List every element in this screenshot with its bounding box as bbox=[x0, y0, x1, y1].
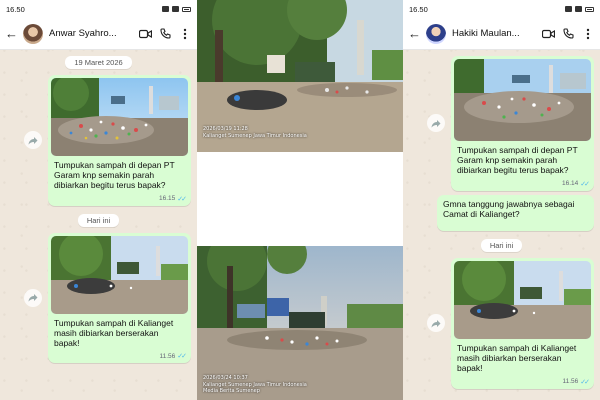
message-meta: 16.14 ✓✓ bbox=[561, 180, 590, 188]
status-icons bbox=[162, 6, 191, 12]
date-chip: Hari ini bbox=[480, 238, 523, 252]
screenshot-collage: 16.50 ← Anwar Syahro... 19 Maret 2026 Tu… bbox=[0, 0, 600, 400]
right-chat-screen: 16.50 ← Hakiki Maulan... Tumpukan sampah… bbox=[403, 0, 600, 400]
chat-header: ← Hakiki Maulan... bbox=[403, 18, 600, 50]
video-call-icon[interactable] bbox=[541, 27, 555, 41]
photo-timestamp: 2026/03/19 11:28 Kalianget Sumenep Jawa … bbox=[203, 126, 307, 139]
contact-name[interactable]: Hakiki Maulan... bbox=[452, 28, 535, 39]
trash-pile-photo[interactable] bbox=[454, 59, 591, 141]
roadside-trash-photo: 2026/03/19 11:28 Kalianget Sumenep Jawa … bbox=[197, 0, 403, 152]
contact-avatar[interactable] bbox=[426, 23, 446, 44]
outgoing-image-message[interactable]: Tumpukan sampah di Kalianget masih dibia… bbox=[427, 257, 594, 389]
message-time: 11.56 bbox=[159, 352, 176, 360]
phone-icon[interactable] bbox=[561, 27, 575, 41]
more-vert-icon[interactable] bbox=[581, 27, 595, 41]
message-text: Gmna tanggung jawabnya sebagai Camat di … bbox=[443, 198, 575, 219]
message-time: 16.14 bbox=[561, 180, 579, 188]
date-chip: Hari ini bbox=[77, 213, 120, 227]
trash-field-photo: 2026/03/24 10:37 Kalianget Sumenep Jawa … bbox=[197, 246, 403, 400]
message-time: 16.15 bbox=[158, 195, 176, 203]
status-bar: 16.50 bbox=[403, 0, 600, 18]
forward-icon[interactable] bbox=[427, 114, 445, 133]
more-vert-icon[interactable] bbox=[178, 27, 192, 41]
read-receipt-icon: ✓✓ bbox=[580, 180, 590, 188]
phone-icon[interactable] bbox=[158, 27, 172, 41]
back-arrow-icon[interactable]: ← bbox=[408, 26, 421, 41]
photo-timestamp: 2026/03/24 10:37 Kalianget Sumenep Jawa … bbox=[203, 375, 307, 395]
outgoing-text-message[interactable]: Gmna tanggung jawabnya sebagai Camat di … bbox=[437, 194, 594, 231]
left-chat-screen: 16.50 ← Anwar Syahro... 19 Maret 2026 Tu… bbox=[0, 0, 197, 400]
forward-icon[interactable] bbox=[427, 314, 445, 333]
signal-icon bbox=[162, 6, 169, 12]
wifi-icon bbox=[575, 6, 582, 12]
trash-pile-photo[interactable] bbox=[454, 260, 591, 339]
read-receipt-icon: ✓✓ bbox=[177, 353, 187, 361]
message-meta: 11.56 ✓✓ bbox=[562, 378, 590, 386]
status-bar: 16.50 bbox=[0, 0, 197, 18]
message-time: 11.56 bbox=[562, 378, 579, 385]
contact-avatar[interactable] bbox=[23, 23, 43, 44]
outgoing-image-message[interactable]: Tumpukan sampah di depan PT Garam knp se… bbox=[24, 75, 191, 206]
read-receipt-icon: ✓✓ bbox=[580, 378, 590, 386]
wifi-icon bbox=[172, 6, 179, 12]
back-arrow-icon[interactable]: ← bbox=[5, 26, 18, 41]
message-list[interactable]: Tumpukan sampah di depan PT Garam knp se… bbox=[403, 50, 600, 389]
message-meta: 16.15 ✓✓ bbox=[158, 195, 187, 203]
chat-header: ← Anwar Syahro... bbox=[0, 18, 197, 50]
signal-icon bbox=[565, 6, 572, 12]
date-chip: 19 Maret 2026 bbox=[65, 56, 132, 69]
trash-pile-photo[interactable] bbox=[51, 78, 188, 156]
battery-icon bbox=[585, 6, 594, 12]
read-receipt-icon: ✓✓ bbox=[177, 195, 187, 203]
forward-icon[interactable] bbox=[24, 288, 42, 307]
video-call-icon[interactable] bbox=[138, 27, 152, 41]
battery-icon bbox=[182, 6, 191, 12]
outgoing-image-message[interactable]: Tumpukan sampah di depan PT Garam knp se… bbox=[427, 56, 594, 191]
source-line: Media Berita Sumenep bbox=[203, 388, 260, 394]
forward-icon[interactable] bbox=[24, 131, 42, 150]
contact-name[interactable]: Anwar Syahro... bbox=[49, 28, 132, 39]
message-list[interactable]: 19 Maret 2026 Tumpukan sampah di depan P… bbox=[0, 50, 197, 364]
status-icons bbox=[565, 6, 594, 12]
trash-pile-photo[interactable] bbox=[51, 235, 188, 314]
message-meta: 11.56 ✓✓ bbox=[159, 352, 187, 361]
location-line: Kalianget Sumenep Jawa Timur Indonesia bbox=[203, 132, 307, 139]
status-time: 16.50 bbox=[6, 4, 25, 14]
status-time: 16.50 bbox=[409, 4, 428, 14]
outgoing-image-message[interactable]: Tumpukan sampah di Kalianget masih dibia… bbox=[24, 232, 191, 364]
